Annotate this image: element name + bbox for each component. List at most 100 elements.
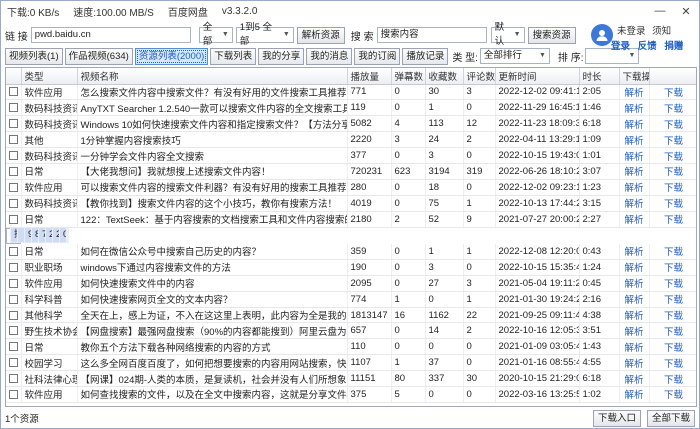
download-link[interactable]: 下载 xyxy=(649,259,696,276)
table-row[interactable]: 野生技术协会 【网盘搜索】最强网盘搜索（90%的内容都能搜到）阿里云盘为主 657 0… xyxy=(6,322,696,340)
row-checkbox[interactable] xyxy=(8,87,18,97)
download-link[interactable]: 下载 xyxy=(649,322,696,340)
col-danmaku[interactable]: 弹幕数 xyxy=(391,68,426,85)
table-row[interactable]: 数码科技资讯 AnyTXT Searcher 1.2.540一款可以搜索文件内容的… xyxy=(6,99,696,117)
download-link[interactable]: 下载 xyxy=(649,131,696,149)
download-link[interactable]: 下载 xyxy=(649,386,696,403)
download-link[interactable]: 下载 xyxy=(649,163,696,180)
col-plays[interactable]: 播放量 xyxy=(347,68,392,85)
download-all-button[interactable]: 全部下载 xyxy=(647,410,696,427)
parse-link[interactable]: 解析 xyxy=(619,354,650,372)
donate-link[interactable]: 捐赠 xyxy=(664,41,683,52)
row-checkbox[interactable] xyxy=(8,182,18,192)
col-comments[interactable]: 评论数 xyxy=(463,68,496,85)
row-checkbox[interactable] xyxy=(8,135,18,145)
table-row[interactable]: 软件应用如何查找搜索的文件，以及在全文中搜索内容，这就是分享文件和文件搜索375… xyxy=(6,386,696,403)
close-button[interactable]: ✕ xyxy=(673,1,699,21)
row-checkbox[interactable] xyxy=(8,326,18,336)
parse-link[interactable]: 解析 xyxy=(619,259,650,276)
row-checkbox[interactable] xyxy=(8,294,18,304)
tab-shares[interactable]: 我的分享 xyxy=(258,47,305,65)
table-row[interactable]: 社科法律心理 【网课】024期-人类的本质，是复读机，社会并没有人们所想象的稳定 1… xyxy=(6,370,696,388)
parse-link[interactable]: 解析 xyxy=(619,291,650,308)
tab-history[interactable]: 播放记录 xyxy=(402,47,449,65)
row-checkbox[interactable] xyxy=(8,389,18,399)
table-row[interactable]: 数码科技资讯 Windows 10如何快速搜索文件内容和指定搜索文件？【方法分享】… xyxy=(6,115,696,133)
parse-link[interactable]: 解析 xyxy=(619,147,650,164)
parse-link[interactable]: 解析 xyxy=(619,322,650,340)
col-date[interactable]: 更新时间 xyxy=(495,68,580,85)
category-select[interactable]: 全部 ▼ xyxy=(198,22,233,47)
parse-link[interactable]: 解析 xyxy=(619,195,650,212)
parse-link[interactable]: 解析 xyxy=(619,131,650,149)
download-link[interactable]: 下载 xyxy=(649,147,696,164)
download-link[interactable]: 下载 xyxy=(649,338,696,356)
download-entry-button[interactable]: 下载入口 xyxy=(593,410,642,427)
tab-video-list[interactable]: 视频列表(1) xyxy=(5,47,63,65)
parse-link[interactable]: 解析 xyxy=(619,211,650,228)
filter-select[interactable]: 全部排行 ▼ xyxy=(479,48,550,64)
table-row[interactable]: 数码科技资讯 一分钟学会文件内容全文搜索 377 0 3 0 2022-10-15 19:4… xyxy=(6,147,696,164)
parse-link[interactable]: 解析 xyxy=(619,99,650,117)
keyword-input[interactable]: 搜索内容 xyxy=(376,27,487,43)
table-row[interactable]: 软件应用 可以搜索文件内容的搜索文件利器？有没有好用的搜索工具推荐 280 0 18 0 2… xyxy=(6,179,696,196)
row-checkbox[interactable] xyxy=(8,214,18,224)
download-link[interactable]: 下载 xyxy=(649,370,696,388)
download-link[interactable]: 下载 xyxy=(649,211,696,228)
download-link[interactable]: 下载 xyxy=(649,99,696,117)
row-checkbox[interactable] xyxy=(8,310,18,320)
parse-link[interactable]: 解析 xyxy=(619,163,650,180)
table-row[interactable]: 日常 教你五个方法下载各种网络搜索的内容的方式 110 0 0 0 2021-01-09 0… xyxy=(6,338,696,356)
download-link[interactable]: 下载 xyxy=(649,291,696,308)
download-link[interactable]: 下载 xyxy=(649,354,696,372)
avatar[interactable] xyxy=(591,24,613,46)
search-button[interactable]: 搜索资源 xyxy=(527,26,576,44)
table-row[interactable]: 日常122：TextSeek：基于内容搜索的文档搜索工具和文件内容搜索的全文检索… xyxy=(6,211,696,228)
tab-works[interactable]: 作品视频(634) xyxy=(64,47,133,65)
row-checkbox[interactable] xyxy=(8,119,18,129)
download-link[interactable]: 下载 xyxy=(649,243,696,260)
download-link[interactable]: 下载 xyxy=(649,179,696,196)
table-row[interactable]: 数码科技资讯 【教你找到】搜索文件内容的这个小技巧，教你有搜索方法！ 4019 0 75… xyxy=(6,195,696,212)
download-link[interactable]: 下载 xyxy=(68,227,69,244)
table-row[interactable]: 职业职场 windows下通过内容搜索文件的方法 190 0 3 0 2022-10-15 … xyxy=(6,259,696,276)
feedback-link[interactable]: 反馈 xyxy=(638,41,657,52)
row-checkbox[interactable] xyxy=(8,342,18,352)
download-link[interactable]: 下载 xyxy=(649,84,696,101)
download-link[interactable]: 下载 xyxy=(649,115,696,133)
row-checkbox[interactable] xyxy=(8,358,18,368)
col-name[interactable]: 视频名称 xyxy=(77,68,348,85)
table-row[interactable]: 日常 如何在微信公众号中搜索自己历史的内容？ 359 0 1 1 2022-12-08 12… xyxy=(6,243,696,260)
parse-link[interactable]: 解析 xyxy=(619,84,650,101)
table-row[interactable]: 校园学习这么多全网百度百度了，如何把想要搜索的内容用网站搜索，快来解锁好技能吧1… xyxy=(6,354,696,372)
tab-subscriptions[interactable]: 我的订阅 xyxy=(354,47,401,65)
table-row[interactable]: 其他科学全天在上，感上为证，不入在这这里上表明，此内容为全是我的推荐，不入在上面… xyxy=(6,307,696,324)
table-row[interactable]: 科学科普 如何快速搜索网页全文的文本内容？ 774 1 0 1 2021-01-30 19:… xyxy=(6,291,696,308)
row-checkbox[interactable] xyxy=(8,103,18,113)
parse-link[interactable]: 解析 xyxy=(619,275,650,292)
row-checkbox[interactable] xyxy=(8,198,18,208)
tab-messages[interactable]: 我的消息 xyxy=(306,47,353,65)
col-type[interactable]: 类型 xyxy=(21,68,78,85)
tab-downloads[interactable]: 下载列表 xyxy=(210,47,257,65)
sort-select[interactable]: 默认 ▼ xyxy=(490,22,525,47)
range-select[interactable]: 1到5 全部 ▼ xyxy=(235,22,294,47)
row-checkbox[interactable] xyxy=(8,278,18,288)
user-notice[interactable]: 须知 xyxy=(652,26,671,37)
parse-link[interactable]: 解析 xyxy=(619,338,650,356)
parse-link[interactable]: 解析 xyxy=(619,243,650,260)
login-link[interactable]: 登录 xyxy=(611,41,630,52)
col-favs[interactable]: 收藏数 xyxy=(425,68,464,85)
link-input[interactable]: pwd.baidu.cn xyxy=(30,27,191,43)
row-checkbox[interactable] xyxy=(8,262,18,272)
parse-link[interactable]: 解析 xyxy=(619,115,650,133)
row-checkbox[interactable] xyxy=(8,246,18,256)
table-row[interactable]: 其他 1分钟掌握内容搜索技巧 2220 3 24 2 2022-04-11 13:29:11… xyxy=(6,131,696,149)
parse-link[interactable]: 解析 xyxy=(619,307,650,324)
parse-link[interactable]: 解析 xyxy=(619,179,650,196)
download-link[interactable]: 下载 xyxy=(649,275,696,292)
parse-link[interactable]: 解析 xyxy=(619,370,650,388)
download-link[interactable]: 下载 xyxy=(649,195,696,212)
row-checkbox[interactable] xyxy=(8,150,18,160)
table-row[interactable]: 搞笑【不要搞我啊】搜索互联网上不能搜索的内容！99955080579752422… xyxy=(6,227,69,244)
